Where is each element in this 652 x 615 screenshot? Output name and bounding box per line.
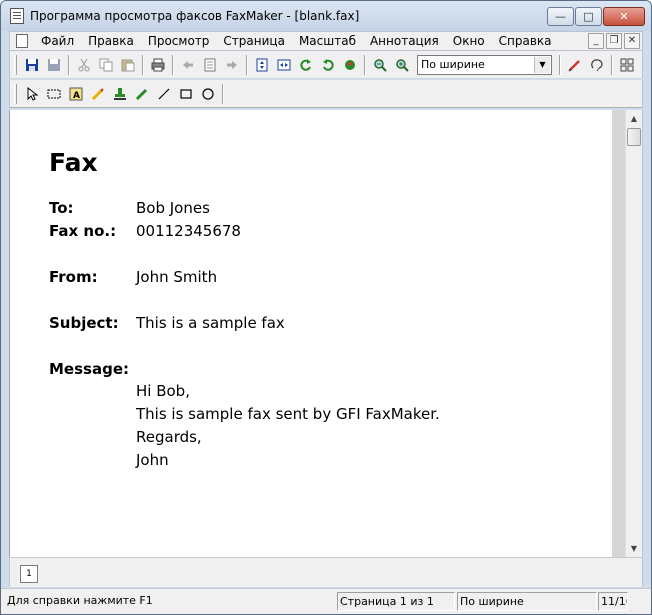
child-close-button[interactable]: ✕ (624, 33, 640, 49)
rect-select-icon[interactable] (44, 84, 64, 104)
application-window: Программа просмотра факсов FaxMaker - [b… (0, 0, 652, 615)
app-document-icon (10, 8, 24, 24)
from-value: John Smith (136, 268, 218, 286)
subject-label: Subject: (49, 314, 119, 332)
paste-icon[interactable] (118, 55, 138, 75)
menu-zoom[interactable]: Масштаб (292, 32, 363, 50)
status-help-text: Для справки нажмите F1 (7, 594, 153, 607)
chevron-down-icon[interactable]: ▼ (534, 56, 550, 73)
from-label: From: (49, 268, 98, 286)
message-line: This is sample fax sent by GFI FaxMaker. (136, 405, 440, 423)
child-window-icon[interactable] (16, 34, 28, 48)
menu-file[interactable]: Файл (34, 32, 81, 50)
highlighter-icon[interactable] (88, 84, 108, 104)
menu-window[interactable]: Окно (446, 32, 492, 50)
toolbar-grip[interactable] (14, 54, 17, 75)
toolbar-separator (559, 54, 561, 75)
message-label: Message: (49, 360, 129, 378)
window-controls: — □ ✕ (546, 7, 645, 26)
svg-text:A: A (73, 91, 80, 101)
child-minimize-button[interactable]: _ (588, 33, 604, 49)
save-as-icon[interactable] (44, 55, 64, 75)
annotate-pen-icon[interactable] (565, 55, 585, 75)
child-restore-button[interactable]: ❐ (606, 33, 622, 49)
lasso-icon[interactable] (587, 55, 607, 75)
message-line: John (136, 451, 169, 469)
flip-icon[interactable] (340, 55, 360, 75)
annotation-toolbar: A (9, 80, 643, 108)
status-bar: Для справки нажмите F1 Страница 1 из 1 П… (1, 588, 651, 614)
rotate-right-icon[interactable] (318, 55, 338, 75)
marker-icon[interactable] (132, 84, 152, 104)
zoom-select-value: По ширине (421, 58, 485, 71)
page-thumbnail-tab[interactable]: 1 (20, 565, 38, 583)
toolbar-grip[interactable] (14, 83, 17, 104)
fit-width-icon[interactable] (274, 55, 294, 75)
menu-help[interactable]: Справка (492, 32, 559, 50)
mdi-controls: _ ❐ ✕ (586, 33, 640, 49)
message-line: Hi Bob, (136, 382, 190, 400)
toolbar-separator (68, 54, 70, 75)
text-annotation-icon[interactable]: A (66, 84, 86, 104)
layout-icon[interactable] (617, 55, 637, 75)
subject-value: This is a sample fax (136, 314, 285, 332)
previous-page-icon[interactable] (178, 55, 198, 75)
toolbar-separator (142, 54, 144, 75)
status-date: 11/16 (598, 592, 628, 611)
menu-view[interactable]: Просмотр (141, 32, 217, 50)
toolbar-separator (172, 54, 174, 75)
scrollbar-thumb[interactable] (627, 128, 641, 146)
fax-number-value: 00112345678 (136, 222, 241, 240)
page-tab-bar: 1 (9, 557, 643, 587)
fax-title: Fax (49, 148, 98, 177)
title-bar[interactable]: Программа просмотра факсов FaxMaker - [b… (1, 1, 651, 31)
menu-page[interactable]: Страница (216, 32, 292, 50)
main-toolbar: По ширине ▼ (9, 51, 643, 79)
toolbar-separator (611, 54, 613, 75)
to-label: To: (49, 199, 74, 217)
scroll-down-icon[interactable]: ▼ (626, 540, 642, 557)
copy-icon[interactable] (96, 55, 116, 75)
fit-height-icon[interactable] (252, 55, 272, 75)
zoom-select[interactable]: По ширине ▼ (417, 54, 552, 75)
page-edge-shadow (612, 110, 626, 557)
toolbar-separator (246, 54, 248, 75)
zoom-in-icon[interactable] (392, 55, 412, 75)
next-page-icon[interactable] (222, 55, 242, 75)
window-title: Программа просмотра факсов FaxMaker - [b… (30, 9, 360, 23)
cut-icon[interactable] (74, 55, 94, 75)
ellipse-tool-icon[interactable] (198, 84, 218, 104)
menu-annotation[interactable]: Аннотация (363, 32, 446, 50)
vertical-scrollbar[interactable]: ▲ ▼ (625, 110, 642, 557)
status-page: Страница 1 из 1 (337, 592, 455, 611)
status-zoom: По ширине (457, 592, 597, 611)
menu-edit[interactable]: Правка (81, 32, 141, 50)
fax-document-view[interactable]: Fax To: Bob Jones Fax no.: 00112345678 F… (9, 110, 643, 557)
maximize-button[interactable]: □ (575, 7, 602, 26)
scroll-up-icon[interactable]: ▲ (626, 110, 642, 127)
save-icon[interactable] (22, 55, 42, 75)
select-pointer-icon[interactable] (22, 84, 42, 104)
rectangle-tool-icon[interactable] (176, 84, 196, 104)
rotate-left-icon[interactable] (296, 55, 316, 75)
fax-number-label: Fax no.: (49, 222, 117, 240)
message-line: Regards, (136, 428, 202, 446)
line-tool-icon[interactable] (154, 84, 174, 104)
zoom-out-icon[interactable] (370, 55, 390, 75)
toolbar-separator (222, 83, 224, 104)
menu-bar: Файл Правка Просмотр Страница Масштаб Ан… (9, 31, 643, 51)
toolbar-separator (364, 54, 366, 75)
print-icon[interactable] (148, 55, 168, 75)
stamp-icon[interactable] (110, 84, 130, 104)
close-button[interactable]: ✕ (603, 7, 645, 26)
to-value: Bob Jones (136, 199, 210, 217)
minimize-button[interactable]: — (547, 7, 574, 26)
page-select-icon[interactable] (200, 55, 220, 75)
